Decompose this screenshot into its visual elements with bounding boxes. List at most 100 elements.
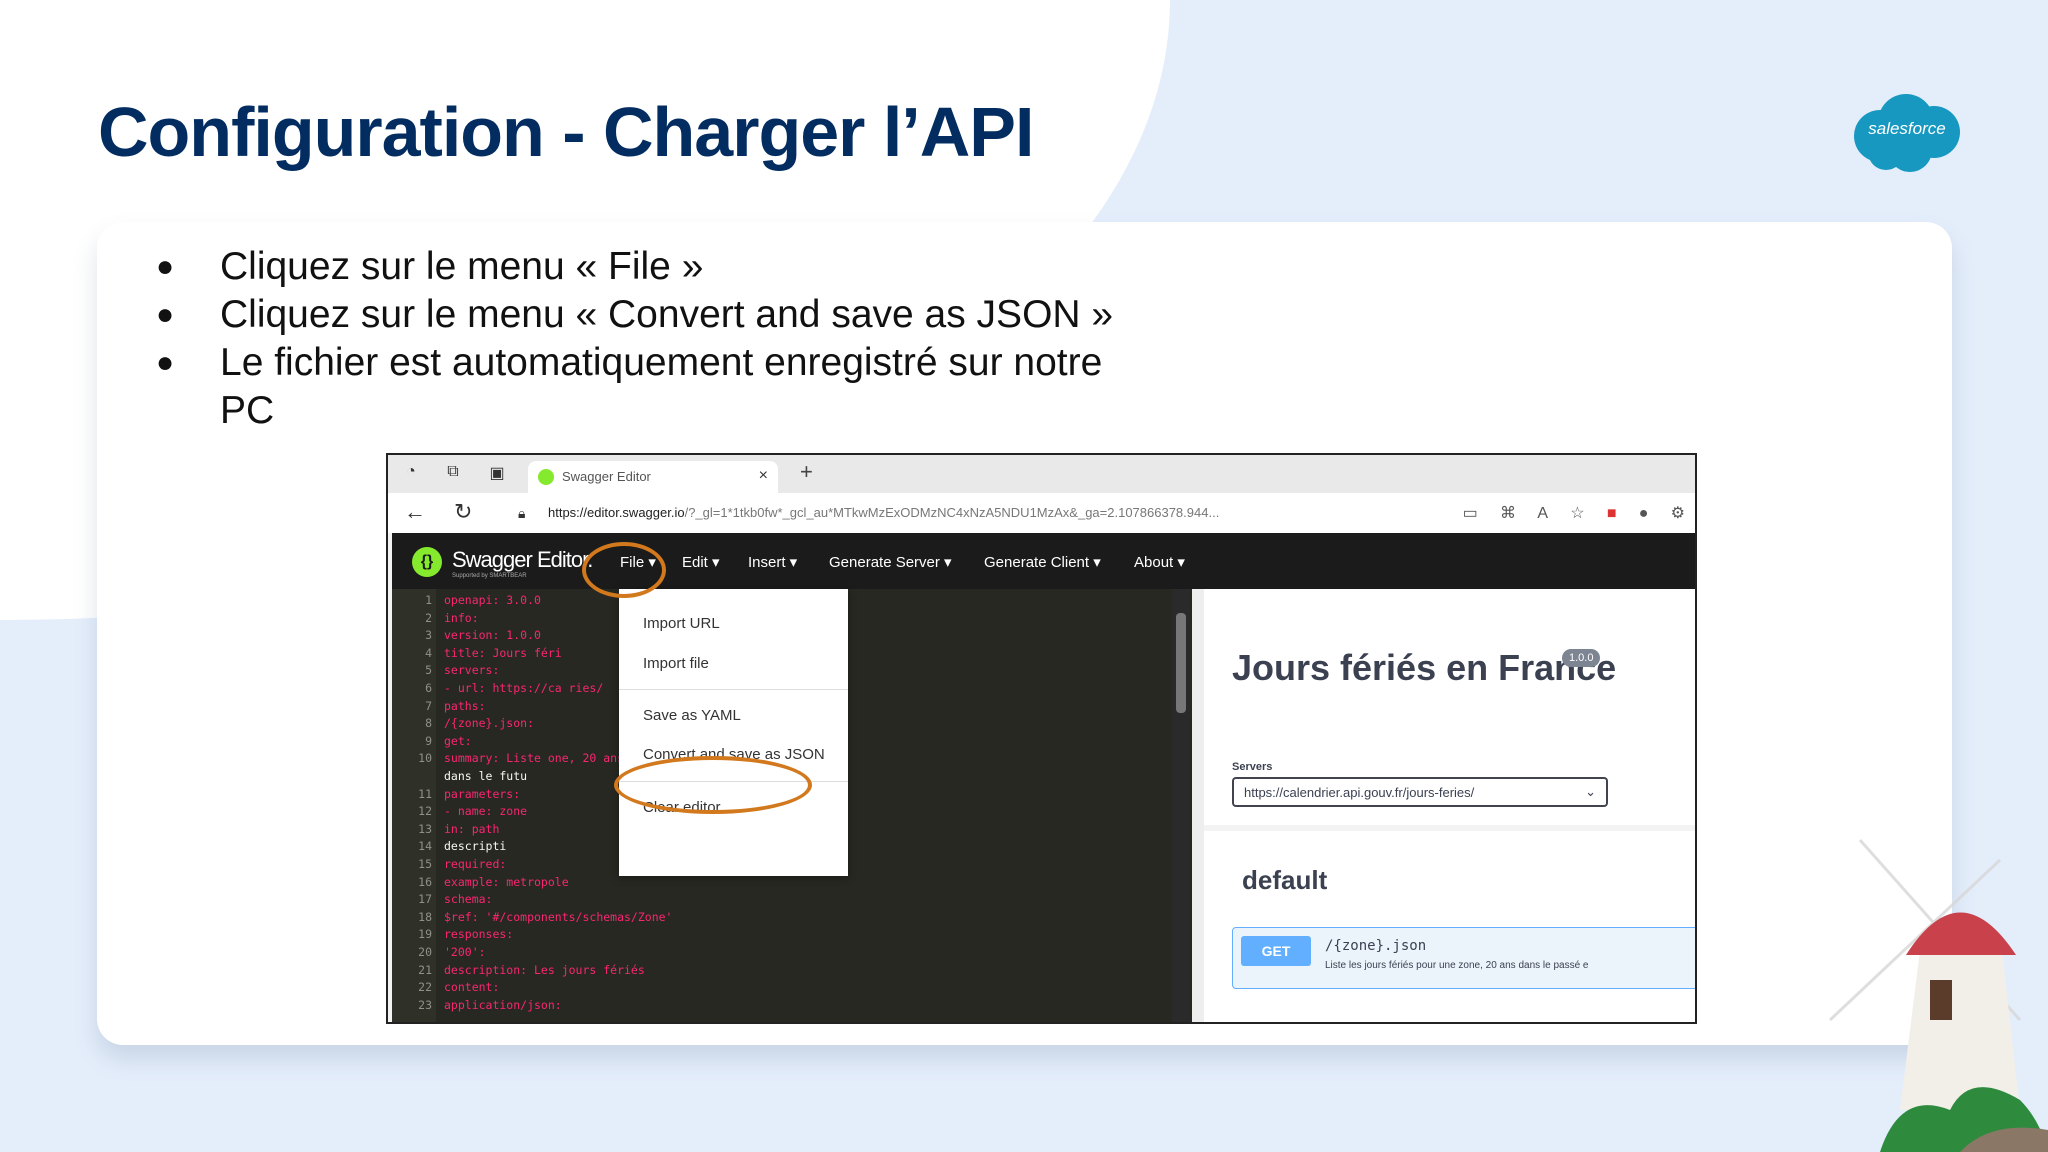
menu-divider [619,689,848,690]
code-text: '200': [444,945,486,959]
close-tab-icon[interactable]: × [759,467,768,485]
menu-item-import-file[interactable]: Import file [643,655,709,672]
address-bar: ← ↻ 🔒︎ https://editor.swagger.io/?_gl=1*… [388,493,1695,533]
menu-insert[interactable]: Insert ▾ [748,553,797,571]
bullet-item: ● Cliquez sur le menu « File » [150,243,1150,291]
line-number: 14 [418,839,432,854]
bullet-text: Cliquez sur le menu « File » [220,245,704,288]
code-text: servers: [444,663,500,678]
server-url: https://calendrier.api.gouv.fr/jours-fer… [1244,785,1475,800]
read-aloud-icon[interactable]: A [1537,505,1548,522]
new-tab-icon[interactable]: + [800,459,813,485]
menu-item-import-url[interactable]: Import URL [643,615,720,632]
slide-title: Configuration - Charger l’API [98,93,1034,171]
splitter[interactable] [1192,589,1204,1022]
code-text: responses: [444,927,514,942]
api-preview-panel: Jours fériés en France 1.0.0 Servers htt… [1192,589,1695,1022]
apps-icon[interactable]: ⌘ [1500,505,1516,522]
code-text: paths: [444,698,486,713]
line-number: 16 [418,874,432,889]
lock-icon: 🔒︎ [518,505,526,521]
line-number: 5 [425,663,432,678]
line-number: 9 [425,733,432,748]
code-text: parameters: [444,786,521,801]
line-number: 6 [425,681,432,695]
operation-summary: Liste les jours fériés pour une zone, 20… [1325,960,1589,971]
favorite-star-icon[interactable]: ☆ [1570,505,1584,522]
code-text: example: metropole [444,874,569,889]
file-menu-dropdown: Import URL Import file Save as YAML Conv… [619,589,848,876]
line-number: 13 [418,821,432,836]
menu-generate-client[interactable]: Generate Client ▾ [984,553,1101,571]
code-text: description: Les jours fériés [444,962,645,977]
instruction-list: ● Cliquez sur le menu « File » ● Cliquez s… [150,243,1150,435]
scrollbar-thumb[interactable] [1176,613,1186,713]
windmill-illustration [1828,839,2048,1152]
operation-get-zone[interactable]: GET /{zone}.json Liste les jours fériés … [1232,927,1695,989]
tab-actions-icon[interactable]: ▣ [488,463,506,482]
code-text: - url: https://ca ries/ [444,681,604,695]
line-number: 23 [418,997,432,1012]
refresh-icon[interactable]: ↻ [454,499,472,525]
section-divider [1204,825,1695,831]
line-number: 11 [418,786,432,801]
swagger-brand: Swagger Editor. [452,547,593,572]
url-field[interactable]: https://editor.swagger.io/?_gl=1*1tkb0fw… [548,505,1219,520]
swagger-logo-icon: {} [412,547,442,577]
code-text: content: [444,980,500,995]
code-text: application/json: [444,997,562,1012]
line-number: 17 [418,892,432,907]
back-icon[interactable]: ← [404,499,426,525]
code-text: schema: [444,892,493,907]
bullet-text: Le fichier est automatiquement enregistr… [220,341,1103,432]
code-text: title: Jours féri [444,645,562,660]
url-host: https://editor.swagger.io [548,505,685,520]
line-number: 22 [418,980,432,995]
api-title: Jours fériés en France [1232,647,1617,688]
menu-edit[interactable]: Edit ▾ [682,553,720,571]
code-text: get: [444,733,472,748]
extension-icon[interactable]: ■ [1607,505,1617,522]
tab-title: Swagger Editor [562,469,651,484]
bullet-marker: ● [155,250,175,283]
settings-icon[interactable]: ⚙ [1671,505,1685,522]
line-number: 15 [418,857,432,871]
servers-select[interactable]: https://calendrier.api.gouv.fr/jours-fer… [1232,777,1608,807]
line-number: 4 [425,645,432,660]
browser-tab[interactable]: Swagger Editor × [528,461,778,493]
code-text: info: [444,610,479,625]
logo-text: salesforce [1868,119,1946,138]
reader-icon[interactable]: ▭ [1463,505,1478,522]
operation-path: /{zone}.json [1325,938,1427,954]
code-text: /{zone}.json: [444,716,535,731]
bullet-marker: ● [155,298,175,331]
chevron-down-icon: ⌄ [1585,784,1596,799]
workspaces-icon[interactable]: ⧉ [444,463,462,481]
code-text: openapi: 3.0.0 [444,593,541,607]
bullet-marker: ● [155,346,175,379]
line-number: 7 [425,698,432,713]
menu-about[interactable]: About ▾ [1134,553,1185,571]
menu-generate-server[interactable]: Generate Server ▾ [829,553,952,571]
highlight-circle-convert [614,756,812,814]
editor-scrollbar[interactable] [1172,589,1190,1022]
highlight-circle-file [582,542,666,598]
extension-2-icon[interactable]: ● [1639,505,1649,522]
bullet-item: ● Cliquez sur le menu « Convert and save … [150,291,1150,339]
line-number: 1 [425,593,432,607]
profile-icon[interactable]: ◔ [402,463,420,481]
code-text: version: 1.0.0 [444,628,541,643]
line-number: 21 [418,962,432,977]
bullet-text: Cliquez sur le menu « Convert and save a… [220,293,1114,336]
browser-toolbar-icons: ▭ ⌘ A ☆ ■ ● ⚙ [1463,503,1685,523]
method-badge: GET [1241,936,1311,966]
code-text: dans le futu [444,769,528,783]
swagger-favicon-icon [538,469,554,485]
tag-section-title[interactable]: default [1242,865,1327,896]
browser-tab-bar: ◔ ⧉ ▣ Swagger Editor × + [388,455,1695,493]
version-badge: 1.0.0 [1562,649,1601,667]
line-number: 12 [418,804,432,819]
code-text: $ref: '#/components/schemas/Zone' [444,909,673,924]
code-text: in: path [444,821,500,836]
menu-item-save-yaml[interactable]: Save as YAML [643,707,741,724]
